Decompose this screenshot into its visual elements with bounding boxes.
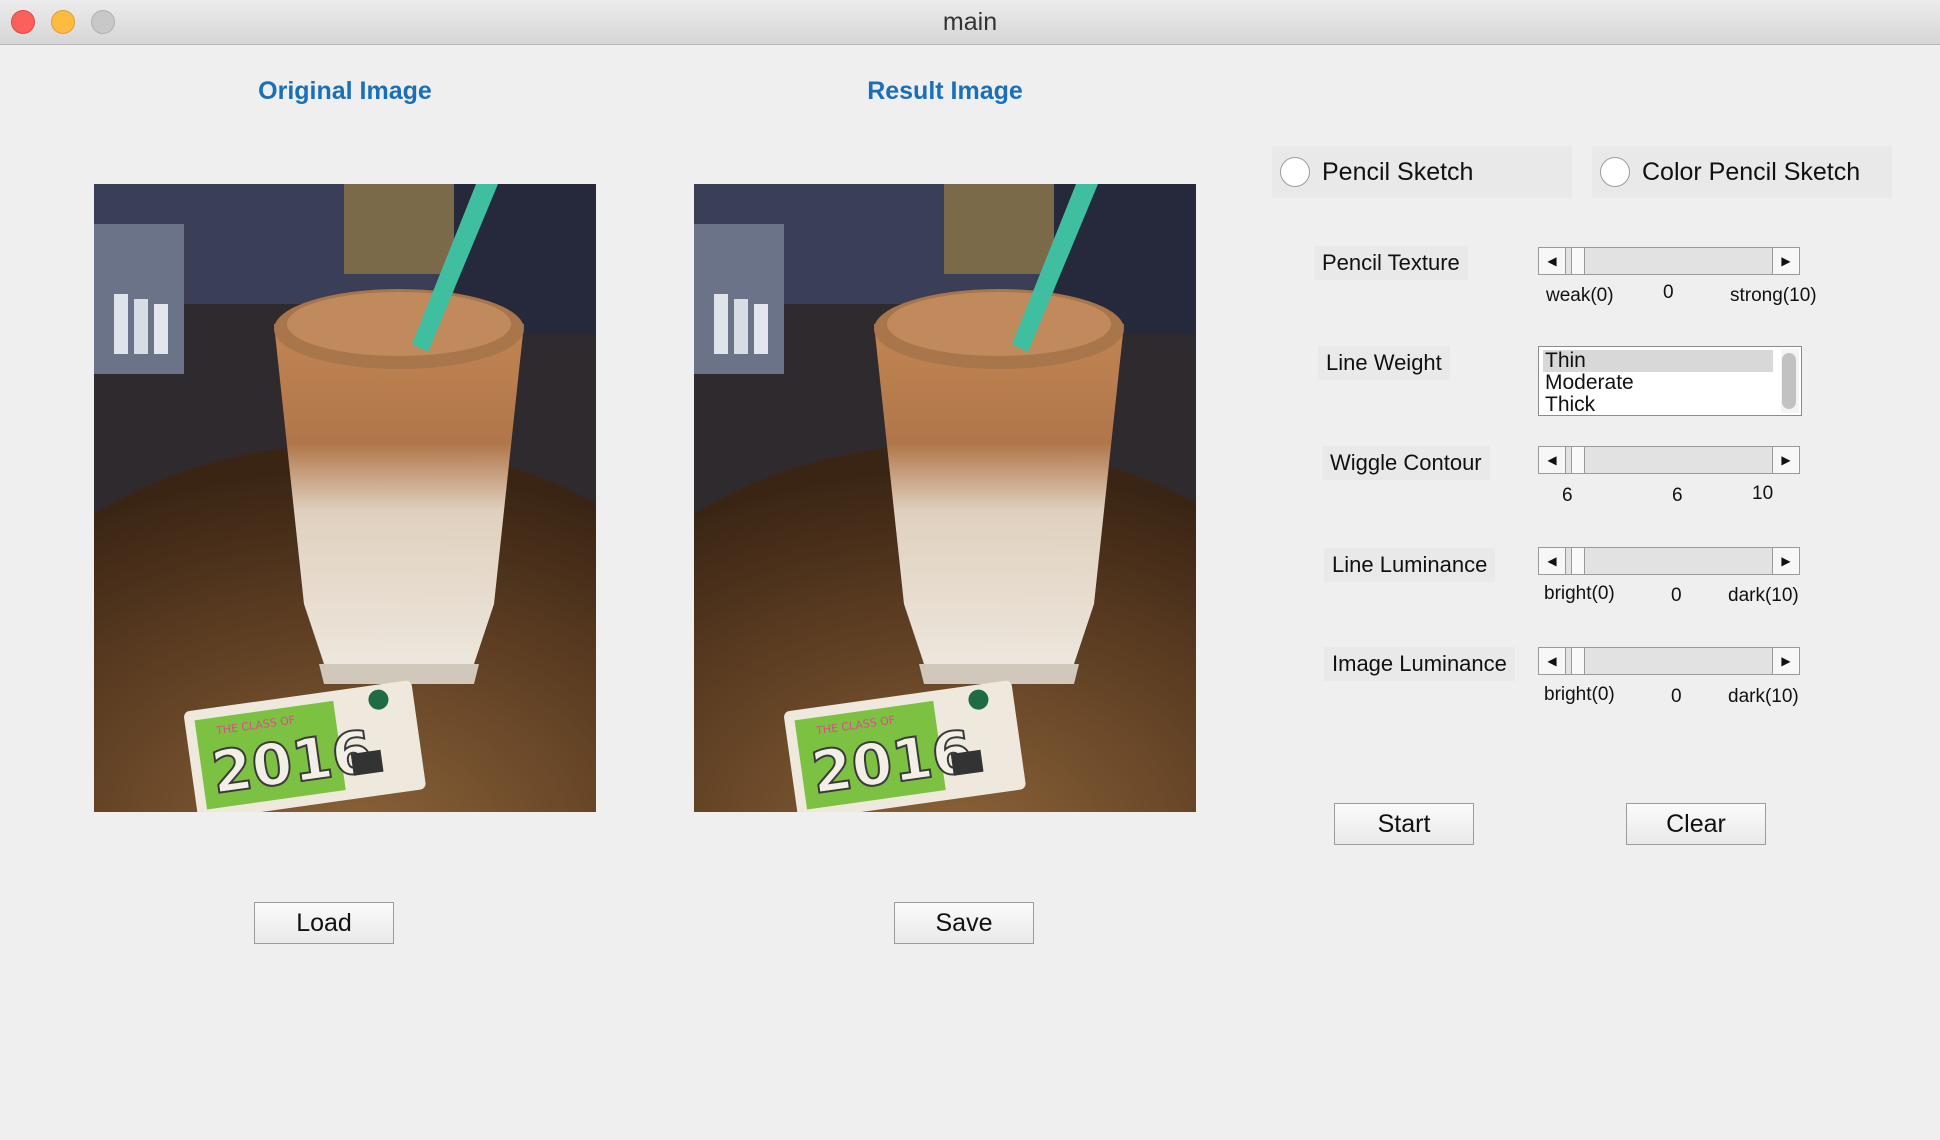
radio-circle-icon[interactable] <box>1280 157 1310 187</box>
right-arrow-icon[interactable]: ▶ <box>1772 447 1799 473</box>
right-arrow-icon[interactable]: ▶ <box>1772 548 1799 574</box>
start-button[interactable]: Start <box>1334 803 1474 845</box>
result-image: 2016 THE CLASS OF <box>694 184 1196 812</box>
original-image: 2016 THE CLASS OF <box>94 184 596 812</box>
pencil-sketch-label: Pencil Sketch <box>1322 157 1474 186</box>
line-luminance-max-label: dark(10) <box>1728 585 1799 606</box>
app-window: main Original Image Result Image 2016 TH… <box>0 0 1940 1140</box>
title-bar: main <box>0 0 1940 45</box>
line-weight-label: Line Weight <box>1318 346 1450 380</box>
listbox-scroll-thumb[interactable] <box>1782 353 1796 409</box>
load-button[interactable]: Load <box>254 902 394 944</box>
image-luminance-slider[interactable]: ◀ ▶ <box>1538 647 1800 675</box>
result-photo: 2016 THE CLASS OF <box>694 184 1196 812</box>
slider-thumb[interactable] <box>1571 648 1585 674</box>
left-arrow-icon[interactable]: ◀ <box>1539 447 1566 473</box>
pencil-texture-value: 0 <box>1663 282 1674 303</box>
wiggle-contour-label: Wiggle Contour <box>1322 446 1490 480</box>
wiggle-contour-min-label: 6 <box>1562 485 1573 506</box>
save-button[interactable]: Save <box>894 902 1034 944</box>
pencil-texture-max-label: strong(10) <box>1730 285 1817 306</box>
line-luminance-slider[interactable]: ◀ ▶ <box>1538 547 1800 575</box>
pencil-texture-min-label: weak(0) <box>1546 285 1614 306</box>
wiggle-contour-value: 6 <box>1672 485 1683 506</box>
line-weight-listbox[interactable]: Thin Moderate Thick <box>1538 346 1802 416</box>
image-luminance-max-label: dark(10) <box>1728 686 1799 707</box>
color-pencil-sketch-radio[interactable]: Color Pencil Sketch <box>1592 146 1892 198</box>
line-weight-option-thin[interactable]: Thin <box>1543 350 1773 372</box>
left-arrow-icon[interactable]: ◀ <box>1539 248 1566 274</box>
clear-button[interactable]: Clear <box>1626 803 1766 845</box>
left-arrow-icon[interactable]: ◀ <box>1539 548 1566 574</box>
pencil-texture-label: Pencil Texture <box>1314 246 1468 280</box>
image-luminance-label: Image Luminance <box>1324 647 1515 681</box>
right-arrow-icon[interactable]: ▶ <box>1772 248 1799 274</box>
color-pencil-sketch-label: Color Pencil Sketch <box>1642 157 1861 186</box>
original-image-title: Original Image <box>258 77 432 105</box>
line-weight-option-thick[interactable]: Thick <box>1543 394 1773 416</box>
image-luminance-value: 0 <box>1671 686 1682 707</box>
pencil-texture-slider[interactable]: ◀ ▶ <box>1538 247 1800 275</box>
wiggle-contour-slider[interactable]: ◀ ▶ <box>1538 446 1800 474</box>
radio-circle-icon[interactable] <box>1600 157 1630 187</box>
wiggle-contour-max-label: 10 <box>1752 483 1774 504</box>
original-photo: 2016 THE CLASS OF <box>94 184 596 812</box>
line-luminance-label: Line Luminance <box>1324 548 1496 582</box>
right-arrow-icon[interactable]: ▶ <box>1772 648 1799 674</box>
slider-thumb[interactable] <box>1571 548 1585 574</box>
result-image-title: Result Image <box>867 77 1023 105</box>
line-luminance-value: 0 <box>1671 585 1682 606</box>
slider-thumb[interactable] <box>1571 447 1585 473</box>
left-arrow-icon[interactable]: ◀ <box>1539 648 1566 674</box>
line-weight-option-moderate[interactable]: Moderate <box>1543 372 1773 394</box>
slider-thumb[interactable] <box>1571 248 1585 274</box>
image-luminance-min-label: bright(0) <box>1544 684 1615 705</box>
line-luminance-min-label: bright(0) <box>1544 583 1615 604</box>
pencil-sketch-radio[interactable]: Pencil Sketch <box>1272 146 1572 198</box>
window-title: main <box>942 8 998 36</box>
